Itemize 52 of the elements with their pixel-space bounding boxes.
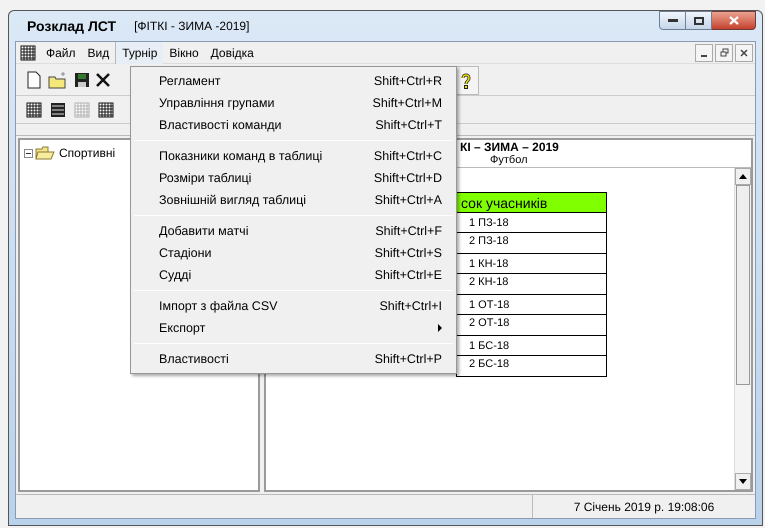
- grid-icon[interactable]: [98, 102, 114, 118]
- minimize-button[interactable]: [659, 11, 686, 30]
- folder-icon: [35, 146, 55, 160]
- dropdown-item[interactable]: Судді Shift+Ctrl+E: [131, 264, 456, 286]
- menu-item[interactable]: Турнір: [115, 42, 164, 64]
- menu-item[interactable]: Довідка: [204, 42, 260, 64]
- app-grid-icon[interactable]: [20, 44, 36, 60]
- tree-item[interactable]: Спортивні: [59, 144, 116, 162]
- new-document-icon[interactable]: [26, 70, 42, 88]
- schedule-title: КІ – ЗИМА – 2019: [460, 141, 560, 154]
- dropdown-item[interactable]: Управління групами Shift+Ctrl+M: [131, 92, 456, 114]
- save-icon[interactable]: [74, 72, 90, 88]
- table-header: сок учасників: [457, 193, 606, 213]
- list-view-icon[interactable]: [50, 102, 66, 118]
- tree-toggle[interactable]: [24, 148, 33, 158]
- dropdown-submenu[interactable]: Експорт: [131, 317, 456, 339]
- menu-item[interactable]: Файл: [40, 42, 82, 64]
- maximize-button[interactable]: [686, 11, 712, 30]
- menu-item[interactable]: Вікно: [163, 42, 205, 64]
- question-mark-icon: [461, 72, 471, 88]
- table-cell-text: 2 БС-18: [468, 357, 510, 372]
- open-folder-icon[interactable]: [48, 70, 68, 88]
- grid-icon[interactable]: [26, 102, 42, 118]
- close-button[interactable]: [712, 11, 756, 30]
- dropdown-item[interactable]: Властивості Shift+Ctrl+P: [131, 348, 456, 370]
- window-title: Розклад ЛСТ: [27, 16, 116, 36]
- scroll-up-icon[interactable]: [735, 168, 751, 185]
- document-title: [ФІТКІ - ЗИМА -2019]: [134, 18, 250, 35]
- submenu-arrow-icon: [438, 324, 442, 332]
- table-cell-text: 2 КН-18: [468, 275, 510, 290]
- delete-icon[interactable]: [96, 72, 110, 86]
- mdi-minimize-button[interactable]: [695, 44, 713, 62]
- dropdown-item[interactable]: Розміри таблиці Shift+Ctrl+D: [131, 167, 456, 189]
- menu-item[interactable]: Вид: [82, 42, 116, 64]
- mdi-restore-button[interactable]: [715, 44, 733, 62]
- dropdown-item[interactable]: Зовнішній вигляд таблиці Shift+Ctrl+A: [131, 189, 456, 211]
- close-icon: [728, 16, 738, 25]
- close-icon: [740, 48, 748, 56]
- mdi-close-button[interactable]: [735, 44, 753, 62]
- table-cell-text: 2 ОТ-18: [468, 316, 510, 331]
- dropdown-item[interactable]: Регламент Shift+Ctrl+R: [131, 70, 456, 92]
- dropdown-item[interactable]: Імпорт з файла CSV Shift+Ctrl+I: [131, 295, 456, 317]
- dropdown-item[interactable]: Добавити матчі Shift+Ctrl+F: [131, 220, 456, 242]
- dropdown-item[interactable]: Властивості команди Shift+Ctrl+T: [131, 114, 456, 136]
- vertical-scrollbar[interactable]: [734, 168, 751, 490]
- schedule-subtitle: Футбол: [489, 154, 528, 167]
- scroll-down-icon[interactable]: [735, 473, 751, 490]
- dropdown-item[interactable]: Показники команд в таблиці Shift+Ctrl+C: [131, 145, 456, 167]
- table-cell-text: 2 ПЗ-18: [468, 234, 510, 249]
- restore-icon: [720, 48, 728, 57]
- status-date: 7 Січень 2019 р. 19:08:06: [572, 498, 716, 516]
- dropdown-item[interactable]: Стадіони Shift+Ctrl+S: [131, 242, 456, 264]
